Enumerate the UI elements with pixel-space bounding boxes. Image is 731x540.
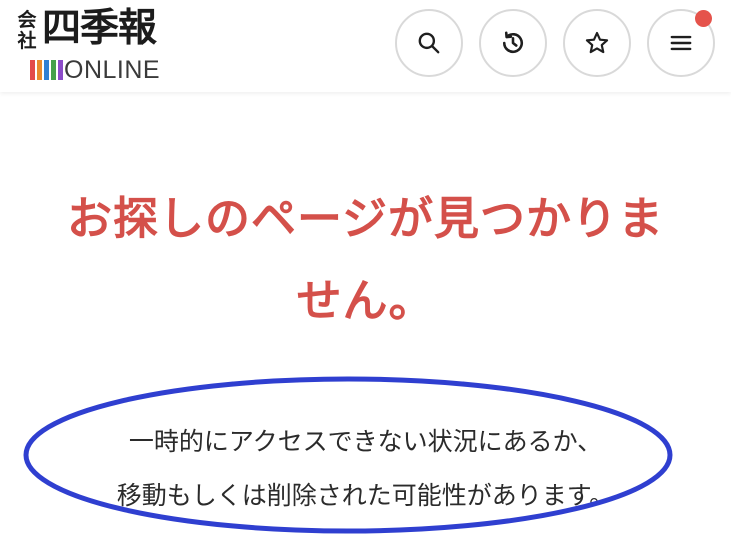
- logo-bar: [51, 60, 56, 80]
- logo-kaisha-text: 会社: [17, 9, 37, 52]
- error-message: 一時的にアクセスできない状況にあるか、 移動もしくは削除された可能性があります。: [0, 415, 731, 523]
- error-title-line-2: せん。: [296, 274, 435, 327]
- site-logo[interactable]: 会社 四季報 ONLINE: [14, 5, 194, 84]
- logo-shikiho-text: 四季報: [42, 5, 157, 51]
- logo-bar: [58, 60, 63, 80]
- error-message-line-2: 移動もしくは削除された可能性があります。: [116, 481, 615, 510]
- logo-bar: [44, 60, 49, 80]
- site-header: 会社 四季報 ONLINE: [0, 0, 731, 92]
- history-button[interactable]: [479, 9, 547, 77]
- star-icon: [585, 31, 609, 54]
- logo-online-text: ONLINE: [64, 56, 161, 84]
- favorites-button[interactable]: [563, 9, 631, 77]
- notification-badge: [695, 10, 712, 27]
- search-button[interactable]: [395, 9, 463, 77]
- history-icon: [502, 31, 523, 54]
- logo-bar: [30, 60, 35, 80]
- error-title: お探しのページが見つかりま せん。: [0, 178, 731, 342]
- search-icon: [418, 32, 440, 54]
- error-title-line-1: お探しのページが見つかりま: [66, 192, 665, 245]
- logo-bar: [37, 60, 42, 80]
- error-message-line-1: 一時的にアクセスできない状況にあるか、: [128, 427, 603, 456]
- hamburger-menu-icon: [670, 35, 692, 51]
- logo-color-bars-icon: [30, 60, 63, 80]
